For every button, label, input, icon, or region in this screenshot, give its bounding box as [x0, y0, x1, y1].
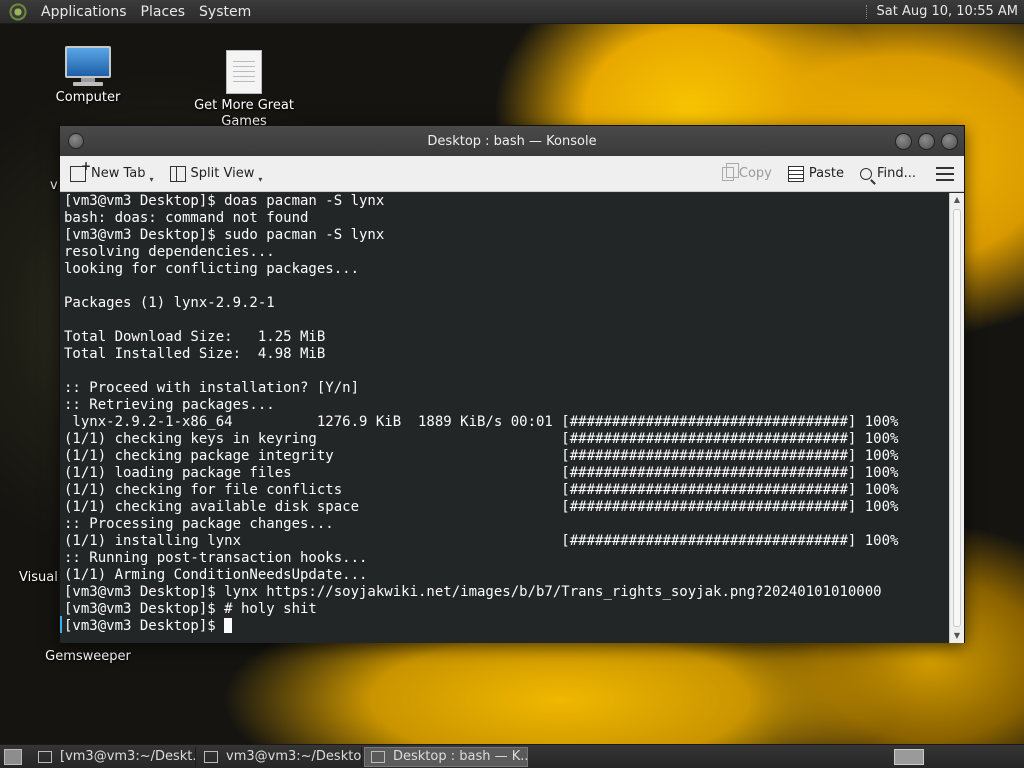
terminal-line: Packages (1) lynx-2.9.2-1: [64, 295, 275, 311]
window-menu-icon[interactable]: [68, 133, 84, 149]
menu-system[interactable]: System: [192, 4, 258, 20]
terminal-output: [vm3@vm3 Desktop]$ doas pacman -S lynx b…: [60, 193, 949, 635]
terminal-area[interactable]: [vm3@vm3 Desktop]$ doas pacman -S lynx b…: [60, 193, 949, 643]
terminal-icon: [38, 750, 52, 763]
terminal-line: looking for conflicting packages...: [64, 261, 360, 277]
terminal-line: (1/1) Arming ConditionNeedsUpdate...: [64, 567, 368, 583]
prompt-marker: [60, 616, 62, 633]
copy-icon: [721, 162, 739, 181]
copy-button[interactable]: Copy: [716, 160, 778, 188]
paste-button[interactable]: Paste: [782, 160, 850, 188]
split-view-button[interactable]: Split View ▾: [164, 160, 269, 188]
terminal-line: :: Processing package changes...: [64, 516, 334, 532]
desktop-icon-computer[interactable]: Computer: [33, 46, 143, 106]
desktop-icon-get-more-games[interactable]: Get More Great Games: [189, 50, 299, 130]
terminal-line: (1/1) loading package files [###########…: [64, 465, 899, 481]
terminal-line: (1/1) checking package integrity [######…: [64, 448, 899, 464]
minimize-button[interactable]: [895, 132, 912, 150]
document-icon: [226, 50, 262, 94]
scroll-down-icon[interactable]: ▼: [950, 629, 964, 643]
terminal-line: [vm3@vm3 Desktop]$ sudo pacman -S lynx: [64, 227, 385, 243]
paste-icon: [787, 165, 804, 182]
scroll-up-icon[interactable]: ▲: [950, 193, 964, 207]
terminal-line: [vm3@vm3 Desktop]$ lynx https://soyjakwi…: [64, 584, 882, 600]
terminal-icon: [371, 750, 385, 763]
terminal-icon: [204, 750, 218, 763]
chevron-down-icon[interactable]: ▾: [150, 175, 154, 184]
terminal-line: :: Proceed with installation? [Y/n]: [64, 380, 360, 396]
new-tab-icon: [70, 159, 91, 182]
terminal-line: (1/1) checking available disk space [###…: [64, 499, 899, 515]
terminal-line: (1/1) installing lynx [#################…: [64, 533, 899, 549]
bottom-panel: [vm3@vm3:~/Deskt... vm3@vm3:~/Desktop De…: [0, 744, 1024, 768]
maximize-button[interactable]: [918, 132, 935, 150]
terminal-line: lynx-2.9.2-1-x86_64 1276.9 KiB 1889 KiB/…: [64, 414, 899, 430]
window-title: Desktop : bash — Konsole: [427, 133, 597, 149]
konsole-window: Desktop : bash — Konsole New Tab ▾ Split…: [59, 125, 965, 643]
terminal-line: Total Installed Size: 4.98 MiB: [64, 346, 326, 362]
menu-places[interactable]: Places: [134, 4, 193, 20]
hamburger-menu-icon[interactable]: [936, 166, 954, 181]
terminal-line: [vm3@vm3 Desktop]$ doas pacman -S lynx: [64, 193, 385, 209]
taskbar-item[interactable]: [vm3@vm3:~/Deskt...: [32, 746, 196, 767]
taskbar-item[interactable]: vm3@vm3:~/Desktop: [198, 746, 362, 767]
terminal-line: :: Running post-transaction hooks...: [64, 550, 368, 566]
terminal-line: :: Retrieving packages...: [64, 397, 275, 413]
terminal-line: (1/1) checking keys in keyring [########…: [64, 431, 899, 447]
text-cursor: [224, 618, 233, 633]
konsole-toolbar: New Tab ▾ Split View ▾ Copy Paste Find..…: [60, 156, 964, 192]
panel-separator: [865, 4, 869, 19]
search-icon: [859, 167, 872, 180]
terminal-line: [vm3@vm3 Desktop]$ # holy shit: [64, 601, 317, 617]
new-tab-button[interactable]: New Tab ▾: [64, 159, 160, 188]
computer-icon: [65, 46, 111, 86]
close-button[interactable]: [941, 132, 958, 150]
desktop-icon-label: Gemsweeper: [45, 649, 131, 664]
taskbar-item-active[interactable]: Desktop : bash — K...: [364, 746, 528, 767]
desktop-icon-gemsweeper[interactable]: Gemsweeper: [33, 645, 143, 665]
clock[interactable]: Sat Aug 10, 10:55 AM: [877, 4, 1018, 19]
chevron-down-icon[interactable]: ▾: [258, 175, 262, 184]
terminal-line: bash: doas: command not found: [64, 210, 309, 226]
menu-applications[interactable]: Applications: [34, 4, 134, 20]
top-panel: Applications Places System Sat Aug 10, 1…: [0, 0, 1024, 24]
window-titlebar[interactable]: Desktop : bash — Konsole: [60, 126, 964, 156]
terminal-line: Total Download Size: 1.25 MiB: [64, 329, 326, 345]
scrollbar-thumb[interactable]: [953, 209, 961, 627]
split-view-icon: [169, 165, 186, 182]
terminal-scrollbar[interactable]: ▲ ▼: [949, 193, 964, 643]
terminal-line: (1/1) checking for file conflicts [#####…: [64, 482, 899, 498]
terminal-line: [vm3@vm3 Desktop]$: [64, 618, 225, 634]
terminal-line: resolving dependencies...: [64, 244, 275, 260]
show-desktop-icon[interactable]: [4, 748, 22, 765]
distro-logo-icon[interactable]: [8, 1, 28, 22]
desktop-icon-label: Computer: [55, 90, 121, 105]
find-button[interactable]: Find...: [854, 160, 922, 188]
workspace-switcher[interactable]: [894, 748, 924, 765]
